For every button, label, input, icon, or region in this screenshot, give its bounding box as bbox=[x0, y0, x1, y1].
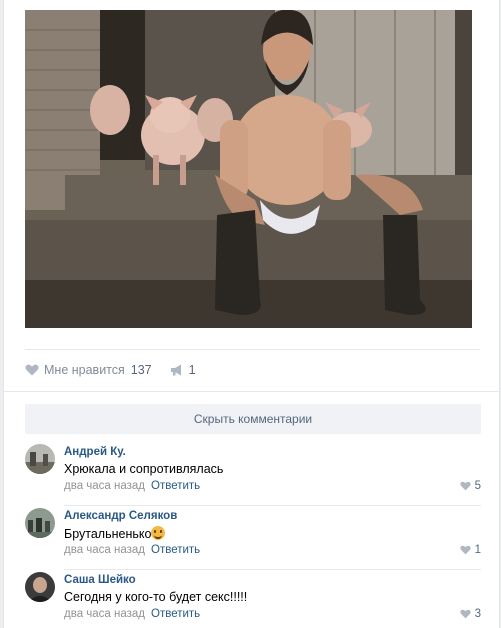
comment-item: Александр Селяков Брутальненько два часа… bbox=[25, 508, 481, 570]
megaphone-icon bbox=[170, 364, 181, 376]
comment-like-button[interactable]: 5 bbox=[459, 480, 481, 492]
comment-author[interactable]: Саша Шейко bbox=[64, 574, 136, 586]
comment-like-count: 5 bbox=[474, 480, 481, 492]
comment-like-button[interactable]: 1 bbox=[459, 544, 481, 556]
divider bbox=[64, 505, 481, 506]
comment-time[interactable]: два часа назад bbox=[64, 608, 145, 620]
comment-meta: два часа назад Ответить bbox=[64, 608, 200, 620]
avatar[interactable] bbox=[25, 444, 55, 474]
like-count: 137 bbox=[130, 363, 152, 377]
heart-icon bbox=[459, 609, 471, 619]
divider bbox=[25, 349, 480, 350]
comment-item: Андрей Ку. Хрюкала и сопротивлялась два … bbox=[25, 444, 481, 506]
heart-icon bbox=[459, 545, 471, 555]
avatar[interactable] bbox=[25, 508, 55, 538]
heart-icon bbox=[25, 364, 39, 376]
comment-like-button[interactable]: 3 bbox=[459, 608, 481, 620]
comment-text: Сегодня у кого-то будет секс!!!!! bbox=[64, 590, 248, 604]
comment-like-count: 3 bbox=[474, 608, 481, 620]
reply-button[interactable]: Ответить bbox=[151, 544, 200, 556]
post-actions: Мне нравится 137 1 bbox=[25, 362, 196, 378]
comment-text: Хрюкала и сопротивлялась bbox=[64, 462, 224, 476]
heart-icon bbox=[459, 481, 471, 491]
comment-text-value: Брутальненько bbox=[64, 527, 152, 541]
comment-meta: два часа назад Ответить bbox=[64, 544, 200, 556]
share-button[interactable]: 1 bbox=[170, 363, 196, 377]
divider bbox=[4, 391, 501, 392]
comment-text: Брутальненько bbox=[64, 526, 166, 541]
reply-button[interactable]: Ответить bbox=[151, 480, 200, 492]
laughing-emoji-icon bbox=[151, 526, 166, 540]
comment-author[interactable]: Александр Селяков bbox=[64, 510, 177, 522]
share-count: 1 bbox=[188, 363, 196, 377]
comment-like-count: 1 bbox=[474, 544, 481, 556]
divider bbox=[64, 569, 481, 570]
like-button[interactable]: Мне нравится 137 bbox=[25, 363, 152, 377]
comment-item: Саша Шейко Сегодня у кого-то будет секс!… bbox=[25, 572, 481, 628]
comment-time[interactable]: два часа назад bbox=[64, 480, 145, 492]
avatar[interactable] bbox=[25, 572, 55, 602]
post-card: Мне нравится 137 1 Скрыть комментарии Ан… bbox=[3, 0, 501, 628]
comment-meta: два часа назад Ответить bbox=[64, 480, 200, 492]
comment-author[interactable]: Андрей Ку. bbox=[64, 446, 126, 458]
hide-comments-button[interactable]: Скрыть комментарии bbox=[25, 404, 481, 434]
post-photo[interactable] bbox=[25, 10, 472, 328]
comment-time[interactable]: два часа назад bbox=[64, 544, 145, 556]
reply-button[interactable]: Ответить bbox=[151, 608, 200, 620]
like-label: Мне нравится bbox=[44, 363, 125, 377]
